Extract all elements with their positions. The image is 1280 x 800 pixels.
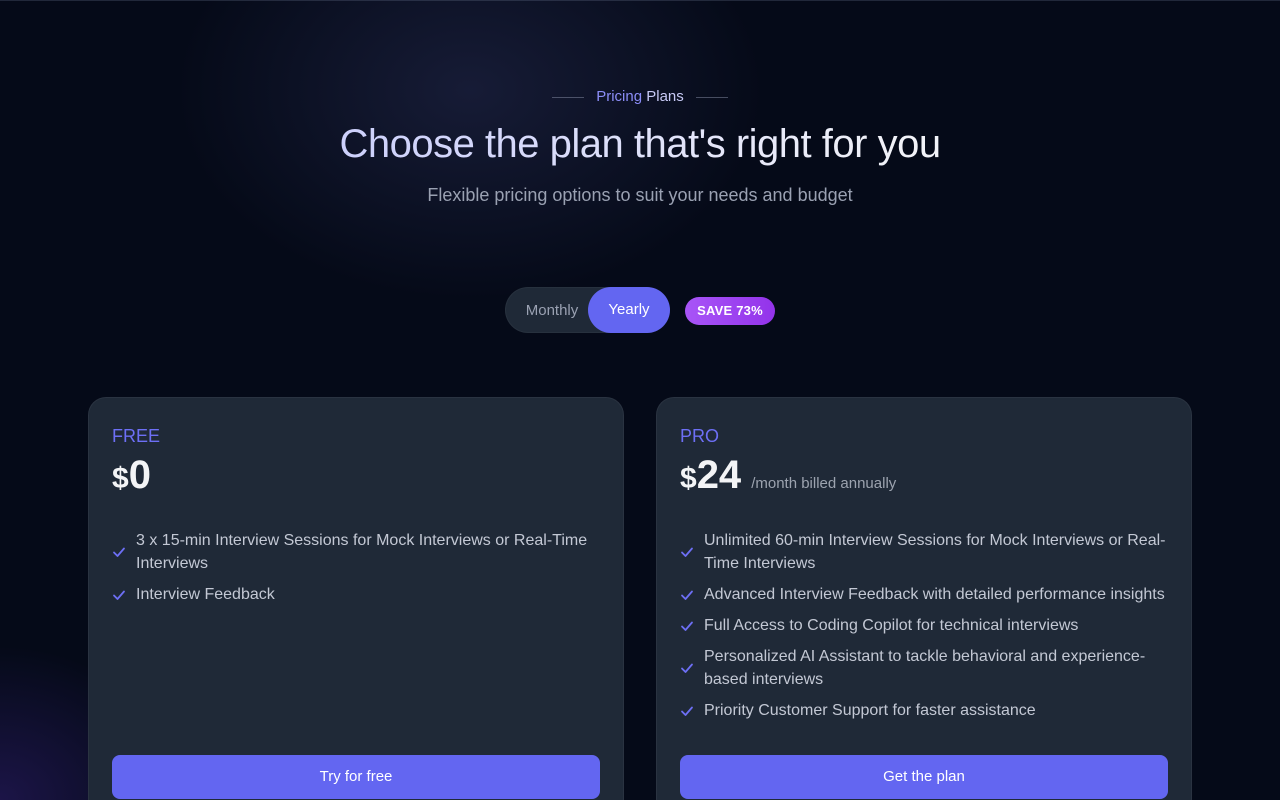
check-icon [681, 621, 693, 631]
eyebrow-text: Pricing Plans [596, 87, 684, 107]
plan-card-pro: PRO $ 24 /month billed annually Unlimite… [656, 397, 1192, 800]
eyebrow-rule-right [695, 96, 728, 98]
price-currency: $ [680, 462, 697, 495]
list-item: Advanced Interview Feedback with detaile… [680, 583, 1170, 606]
page-subtitle: Flexible pricing options to suit your ne… [427, 185, 853, 205]
feature-text: Interview Feedback [136, 586, 275, 603]
price-period: /month billed annually [751, 475, 897, 492]
feature-text: Personalized AI Assistant to tackle beha… [704, 648, 1146, 688]
feature-text: Full Access to Coding Copilot for techni… [704, 617, 1079, 634]
page-title: Choose the plan that's right for you [0, 118, 1280, 170]
plan-price: $ 24 /month billed annually [680, 451, 896, 499]
billing-option-monthly[interactable]: Monthly [514, 288, 590, 334]
list-item: Interview Feedback [112, 583, 602, 606]
feature-text: Priority Customer Support for faster ass… [704, 702, 1036, 719]
check-icon [681, 547, 693, 557]
check-icon [681, 663, 693, 673]
check-icon [681, 590, 693, 600]
billing-toggle[interactable]: Monthly Yearly [505, 287, 670, 334]
list-item: Priority Customer Support for faster ass… [680, 699, 1170, 722]
list-item: Full Access to Coding Copilot for techni… [680, 614, 1170, 637]
feature-list: 3 x 15-min Interview Sessions for Mock I… [112, 529, 602, 614]
feature-text: Unlimited 60-min Interview Sessions for … [704, 532, 1166, 572]
check-icon [113, 547, 125, 557]
top-divider [0, 0, 1280, 1]
save-badge: SAVE 73% [685, 297, 775, 325]
price-amount: 0 [128, 453, 151, 497]
eyebrow-text-part1: Pricing [596, 88, 643, 105]
feature-text: Advanced Interview Feedback with detaile… [704, 586, 1165, 603]
section-eyebrow: Pricing Plans [0, 87, 1280, 107]
list-item: Unlimited 60-min Interview Sessions for … [680, 529, 1170, 575]
billing-option-yearly[interactable]: Yearly [588, 287, 670, 333]
list-item: Personalized AI Assistant to tackle beha… [680, 645, 1170, 691]
price-amount: 24 [696, 453, 742, 497]
plan-name: FREE [112, 426, 161, 446]
eyebrow-rule-left [552, 96, 585, 98]
feature-text: 3 x 15-min Interview Sessions for Mock I… [136, 532, 588, 572]
price-currency: $ [112, 462, 129, 495]
check-icon [681, 706, 693, 716]
plan-card-free: FREE $ 0 3 x 15-min Interview Sessions f… [88, 397, 624, 800]
try-for-free-button[interactable]: Try for free [112, 755, 600, 799]
pricing-page: Pricing Plans Choose the plan that's rig… [0, 0, 1280, 800]
list-item: 3 x 15-min Interview Sessions for Mock I… [112, 529, 602, 575]
feature-list: Unlimited 60-min Interview Sessions for … [680, 529, 1170, 730]
get-the-plan-button[interactable]: Get the plan [680, 755, 1168, 799]
plan-name: PRO [680, 426, 720, 446]
eyebrow-text-part2: Plans [646, 88, 684, 105]
check-icon [113, 590, 125, 600]
plan-price: $ 0 [112, 451, 151, 499]
